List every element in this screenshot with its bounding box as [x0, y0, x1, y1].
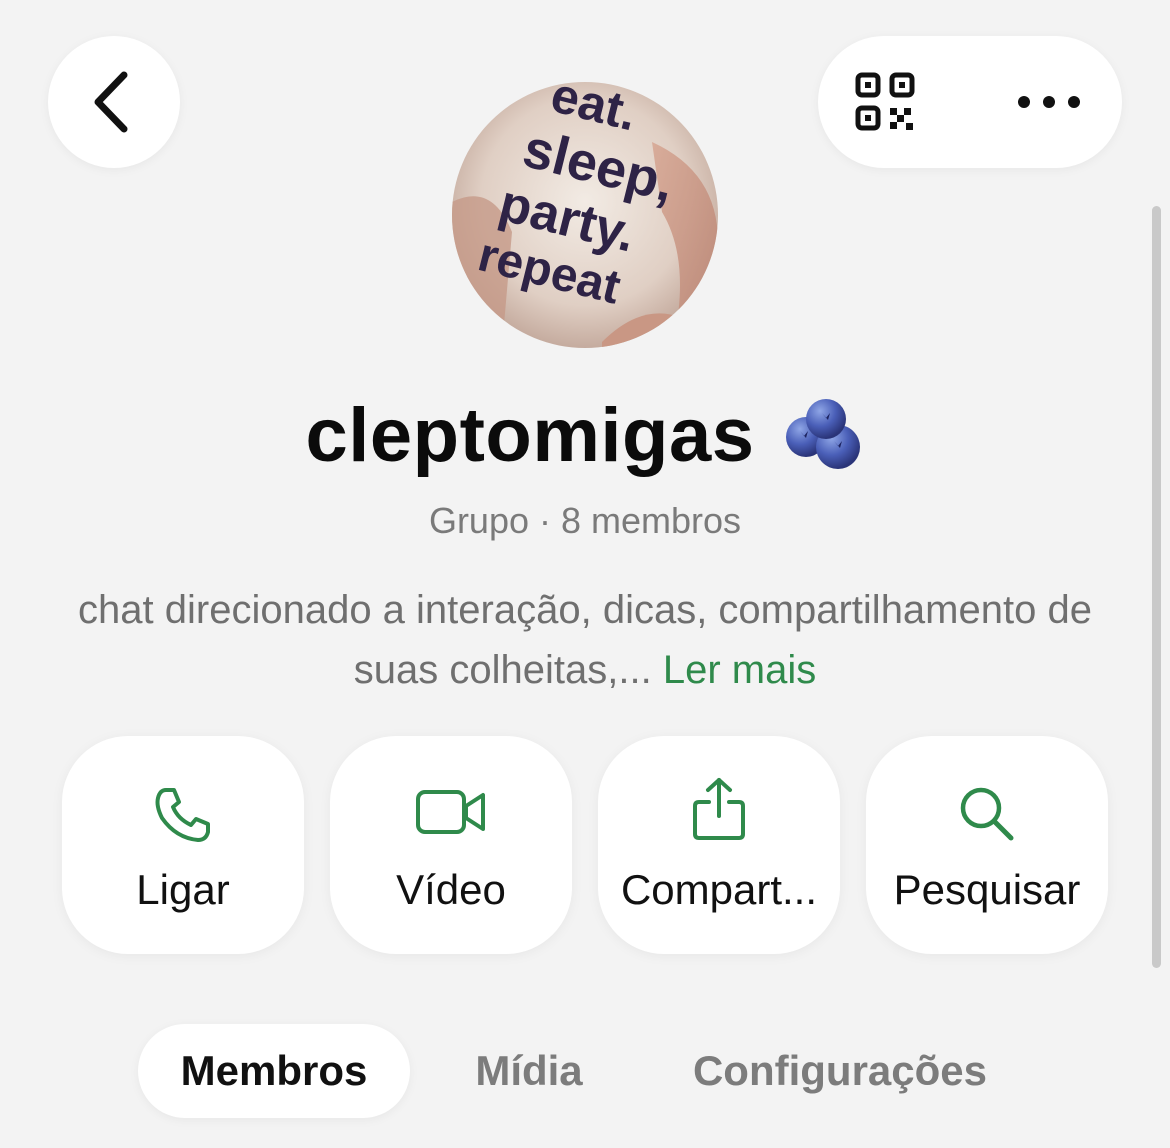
group-info-screen: eat. sleep, party. repeat cleptomigas Gr…	[0, 0, 1170, 1148]
scrollbar[interactable]	[1152, 206, 1161, 968]
group-avatar[interactable]: eat. sleep, party. repeat	[452, 82, 718, 348]
group-title-row: cleptomigas	[0, 392, 1170, 479]
search-button[interactable]: Pesquisar	[866, 736, 1108, 954]
video-label: Vídeo	[396, 866, 506, 913]
call-button[interactable]: Ligar	[62, 736, 304, 954]
qr-code-button[interactable]	[854, 72, 918, 132]
read-more-link[interactable]: Ler mais	[663, 648, 816, 692]
group-description: chat direcionado a interação, dicas, com…	[60, 580, 1110, 700]
tab-members[interactable]: Membros	[138, 1024, 410, 1118]
tab-settings[interactable]: Configurações	[660, 1024, 1020, 1118]
phone-icon	[155, 788, 210, 842]
share-label: Compart...	[620, 866, 818, 913]
share-button[interactable]: Compart...	[598, 736, 840, 954]
avatar-photo: eat. sleep, party. repeat	[452, 82, 718, 348]
video-button[interactable]: Vídeo	[330, 736, 572, 954]
more-options-button[interactable]	[1014, 88, 1084, 116]
header-actions	[818, 36, 1122, 168]
back-button[interactable]	[48, 36, 180, 168]
call-label: Ligar	[136, 866, 230, 913]
search-icon	[960, 787, 1014, 841]
search-label: Pesquisar	[893, 866, 1081, 913]
blueberries-emoji-icon	[786, 398, 861, 469]
ellipsis-icon	[1018, 96, 1080, 108]
group-name: cleptomigas	[305, 393, 755, 478]
tab-media[interactable]: Mídia	[440, 1024, 618, 1118]
description-text: chat direcionado a interação, dicas, com…	[78, 588, 1092, 692]
share-icon	[693, 778, 745, 840]
video-camera-icon	[416, 790, 485, 834]
qr-code-icon	[855, 72, 915, 131]
group-subtitle: Grupo · 8 membros	[428, 500, 742, 541]
chevron-left-icon	[94, 71, 128, 133]
